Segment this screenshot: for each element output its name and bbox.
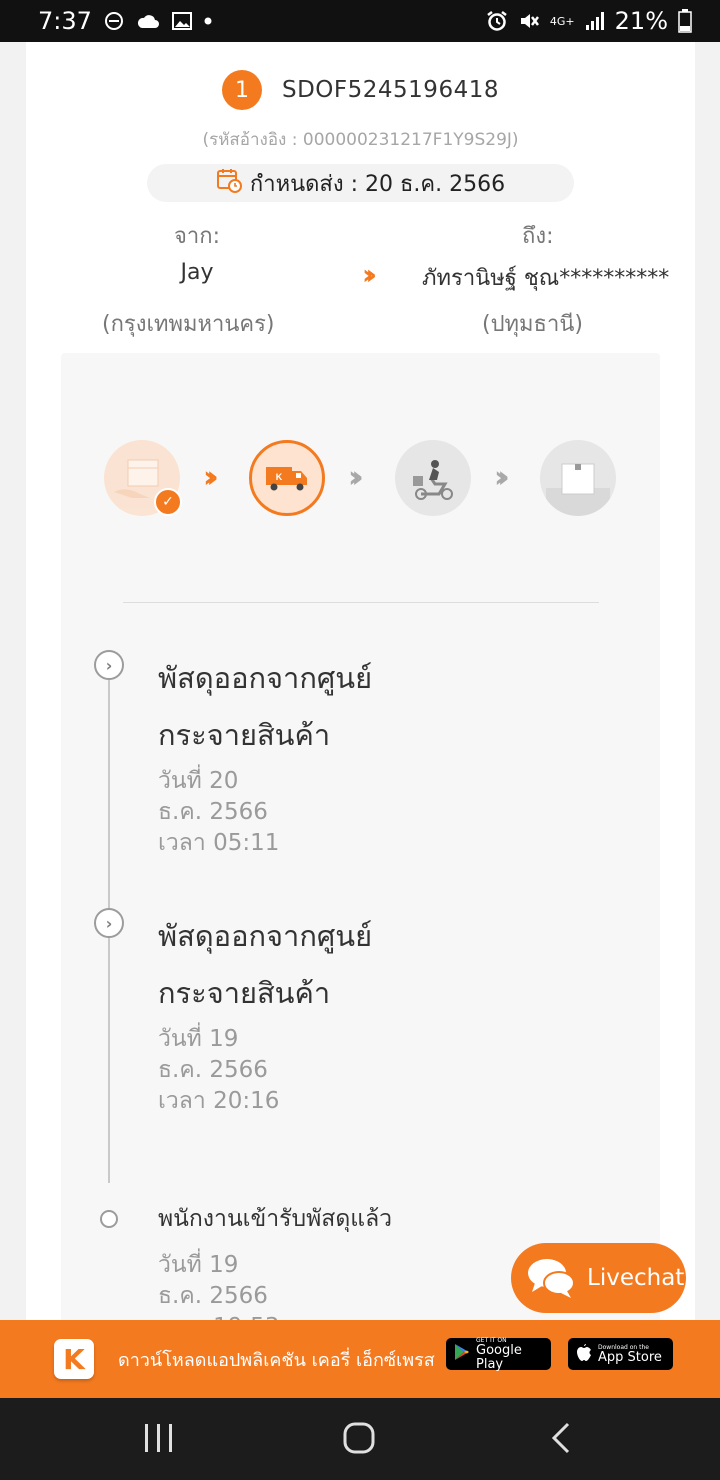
clock: 7:37 [38, 7, 92, 35]
dot-icon [204, 17, 212, 25]
app-download-banner[interactable]: K ดาวน์โหลดแอปพลิเคชัน เคอรี่ เอ็กซ์เพรส… [0, 1320, 720, 1398]
recent-apps-icon[interactable] [143, 1418, 175, 1462]
receiver-name: ภัทรานิษฐ์ ชุณ********** [422, 266, 670, 291]
chevron-right-icon: › [94, 650, 124, 680]
chat-bubbles-icon [525, 1255, 577, 1301]
event-title: พัสดุออกจากศูนย์ กระจายสินค้า [158, 661, 373, 752]
route-arrow-icon: ›› [362, 258, 377, 291]
from-label: จาก: [174, 224, 220, 249]
calendar-clock-icon [216, 167, 242, 199]
tracking-panel: ✓ ›› K ›› ›› › พัสดุออกจากศูนย์ กระจายสิ… [61, 353, 660, 1340]
receiver-province: (ปทุมธานี) [482, 312, 583, 337]
signal-icon [585, 11, 605, 31]
step-arrow-icon: ›› [348, 460, 363, 495]
tracking-number: SDOF5245196418 [282, 77, 499, 103]
step-arrow-icon: ›› [494, 460, 509, 495]
image-icon [171, 12, 192, 30]
svg-text:K: K [276, 472, 283, 482]
to-label: ถึง: [522, 224, 554, 249]
event-datetime: วันที่ 20 ธ.ค. 2566 เวลา 05:11 [158, 768, 280, 856]
app-store-big-text: App Store [598, 1349, 662, 1365]
minus-circle-icon [104, 11, 124, 31]
tracking-header: 1 SDOF5245196418 [26, 70, 695, 110]
kerry-logo-icon: K [54, 1339, 94, 1379]
due-date-pill: กำหนดส่ง : 20 ธ.ค. 2566 [147, 164, 574, 202]
status-bar: 7:37 4G+ 21% [0, 0, 720, 42]
timeline-event: › พัสดุออกจากศูนย์ กระจายสินค้า วันที่ 2… [94, 650, 614, 870]
sender-name: Jay [180, 260, 214, 285]
back-icon[interactable] [548, 1418, 574, 1462]
battery-icon [678, 9, 692, 33]
app-store-button[interactable]: Download on the App Store [568, 1338, 673, 1370]
livechat-label: Livechat [587, 1265, 685, 1291]
progress-steps: ✓ ›› K ›› ›› [104, 440, 624, 520]
alarm-icon [486, 10, 508, 32]
step-arrow-icon: ›› [203, 460, 218, 495]
shipment-index-badge: 1 [222, 70, 262, 110]
sender-province: (กรุงเทพมหานคร) [102, 312, 275, 337]
apple-icon [576, 1343, 592, 1365]
google-play-icon [454, 1343, 470, 1365]
delivery-scooter-icon [395, 440, 471, 516]
mute-icon [518, 10, 540, 32]
shipment-card: 1 SDOF5245196418 (รหัสอ้างอิง : 00000023… [26, 42, 695, 1340]
battery-percent: 21% [614, 7, 668, 35]
google-play-big-text: Google Play [476, 1342, 522, 1372]
circle-icon [100, 1210, 118, 1228]
event-title: พนักงานเข้ารับพัสดุแล้ว [158, 1206, 393, 1232]
livechat-button[interactable]: Livechat [511, 1243, 686, 1313]
divider [123, 602, 599, 603]
check-icon: ✓ [154, 488, 182, 516]
due-date-text: กำหนดส่ง : 20 ธ.ค. 2566 [249, 171, 506, 197]
reference-code: (รหัสอ้างอิง : 000000231217F1Y9S29J) [202, 130, 519, 150]
home-icon[interactable] [342, 1418, 376, 1462]
navigation-bar [0, 1398, 720, 1480]
cloud-icon [136, 12, 160, 30]
truck-icon: K [249, 440, 325, 516]
banner-text: ดาวน์โหลดแอปพลิเคชัน เคอรี่ เอ็กซ์เพรส [118, 1349, 435, 1371]
google-play-button[interactable]: GET IT ON Google Play [446, 1337, 551, 1372]
event-datetime: วันที่ 19 ธ.ค. 2566 เวลา 20:16 [158, 1026, 280, 1114]
network-type: 4G+ [549, 14, 575, 28]
chevron-right-icon: › [94, 908, 124, 938]
delivered-box-icon [540, 440, 616, 516]
event-title: พัสดุออกจากศูนย์ กระจายสินค้า [158, 919, 373, 1010]
timeline-event: › พัสดุออกจากศูนย์ กระจายสินค้า วันที่ 1… [94, 908, 614, 1128]
